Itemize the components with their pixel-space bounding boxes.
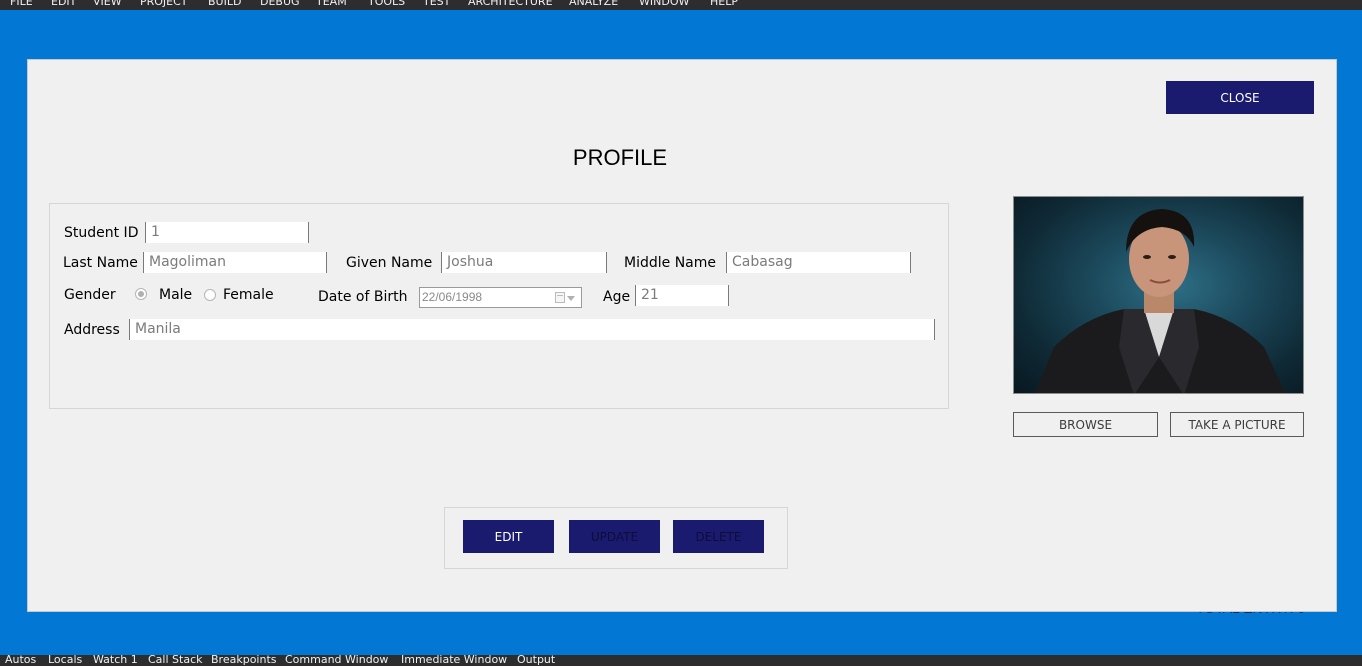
menu-help[interactable]: HELP <box>710 0 738 8</box>
date-of-birth-label: Date of Birth <box>318 289 408 305</box>
student-id-field[interactable]: 1 <box>145 222 309 243</box>
close-button[interactable]: CLOSE <box>1166 81 1314 114</box>
tab-autos[interactable]: Autos <box>5 655 36 666</box>
profile-form: CLOSE PROFILE Student ID 1 Last Name Mag… <box>27 59 1337 612</box>
take-picture-button[interactable]: TAKE A PICTURE <box>1170 412 1304 437</box>
menu-window[interactable]: WINDOW <box>639 0 689 8</box>
age-label: Age <box>603 289 631 305</box>
delete-button[interactable]: DELETE <box>673 520 764 553</box>
gender-male-radio[interactable] <box>135 288 147 300</box>
tab-locals[interactable]: Locals <box>48 655 82 666</box>
last-name-field[interactable]: Magoliman <box>143 252 327 273</box>
menu-architecture[interactable]: ARCHITECTURE <box>468 0 553 8</box>
person-portrait-image <box>1034 209 1286 393</box>
menu-analyze[interactable]: ANALYZE <box>569 0 618 8</box>
address-field[interactable]: Manila <box>129 319 935 340</box>
menu-team[interactable]: TEAM <box>316 0 347 8</box>
middle-name-field[interactable]: Cabasag <box>726 252 911 273</box>
menu-project[interactable]: PROJECT <box>140 0 188 8</box>
ide-bottom-tabs: Autos Locals Watch 1 Call Stack Breakpoi… <box>0 655 1362 666</box>
date-of-birth-picker[interactable]: 22/06/1998 <box>419 287 582 308</box>
calendar-icon[interactable] <box>555 292 565 303</box>
middle-name-label: Middle Name <box>624 255 716 271</box>
age-field[interactable]: 21 <box>635 285 729 306</box>
page-title: PROFILE <box>572 145 668 170</box>
tab-call-stack[interactable]: Call Stack <box>148 655 202 666</box>
update-button[interactable]: UPDATE <box>569 520 660 553</box>
menu-debug[interactable]: DEBUG <box>260 0 300 8</box>
menu-view[interactable]: VIEW <box>93 0 122 8</box>
tab-output[interactable]: Output <box>517 655 555 666</box>
given-name-label: Given Name <box>346 255 433 271</box>
menu-file[interactable]: FILE <box>10 0 33 8</box>
given-name-field[interactable]: Joshua <box>441 252 607 273</box>
student-info-group: Student ID 1 Last Name Magoliman Given N… <box>49 203 949 409</box>
menu-build[interactable]: BUILD <box>208 0 241 8</box>
menu-tools[interactable]: TOOLS <box>368 0 405 8</box>
last-name-label: Last Name <box>63 255 138 271</box>
menu-edit[interactable]: EDIT <box>51 0 76 8</box>
menu-test[interactable]: TEST <box>423 0 450 8</box>
edit-button[interactable]: EDIT <box>463 520 554 553</box>
gender-female-radio[interactable] <box>204 289 216 301</box>
tab-watch-1[interactable]: Watch 1 <box>93 655 138 666</box>
ide-menu-bar: FILE EDIT VIEW PROJECT BUILD DEBUG TEAM … <box>0 0 1362 10</box>
action-buttons-group: EDIT UPDATE DELETE <box>444 507 788 569</box>
gender-male-label[interactable]: Male <box>159 287 192 303</box>
tab-breakpoints[interactable]: Breakpoints <box>211 655 277 666</box>
chevron-down-icon[interactable] <box>567 296 575 301</box>
tab-command-window[interactable]: Command Window <box>285 655 388 666</box>
profile-photo <box>1013 196 1304 394</box>
date-of-birth-value: 22/06/1998 <box>422 290 483 304</box>
tab-immediate-window[interactable]: Immediate Window <box>401 655 507 666</box>
gender-female-label[interactable]: Female <box>223 287 274 303</box>
student-id-label: Student ID <box>64 225 139 241</box>
gender-label: Gender <box>64 287 116 303</box>
address-label: Address <box>64 322 120 338</box>
browse-button[interactable]: BROWSE <box>1013 412 1158 437</box>
